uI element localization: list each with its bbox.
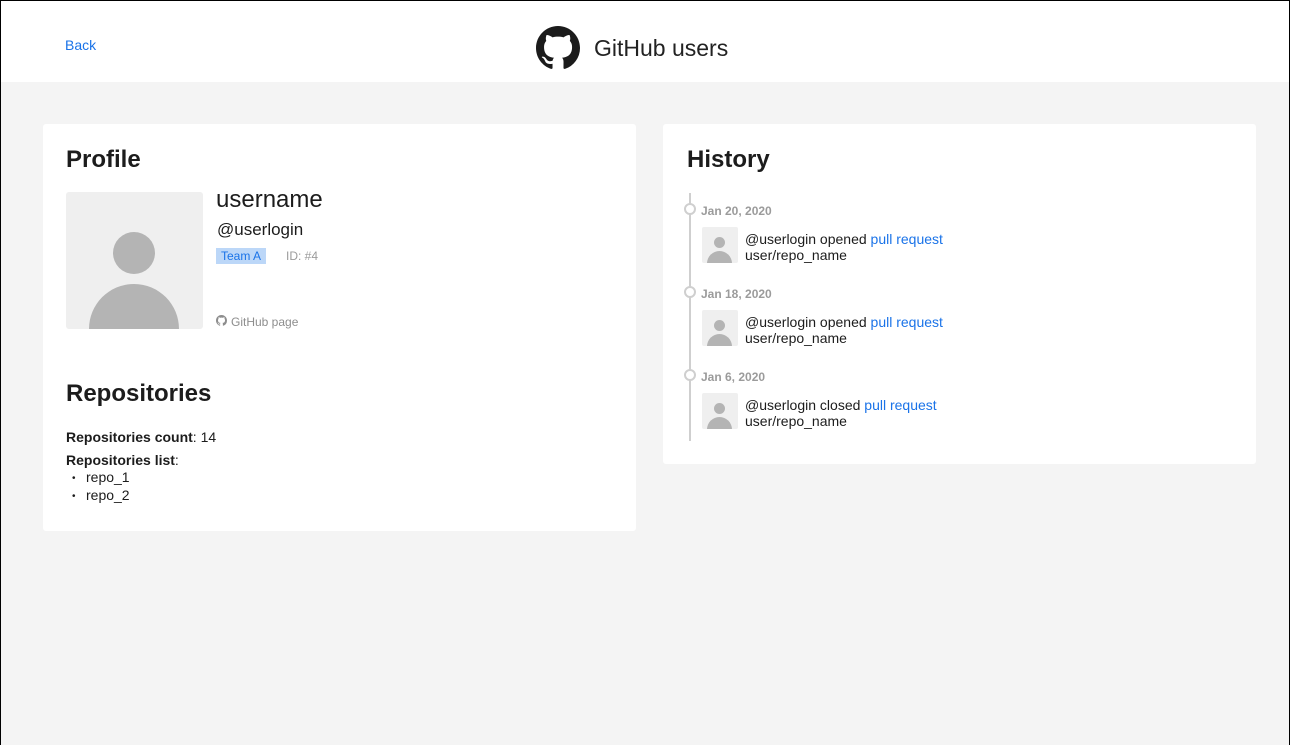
timeline-dot (684, 286, 696, 298)
event-text: @userlogin closed pull request user/repo… (745, 397, 937, 429)
user-name: username (216, 186, 323, 213)
timeline-dot (684, 203, 696, 215)
history-heading: History (687, 146, 770, 173)
event-repo: user/repo_name (745, 247, 847, 263)
event-date: Jan 6, 2020 (701, 370, 766, 384)
profile-heading: Profile (66, 146, 141, 173)
user-placeholder-icon (702, 393, 738, 429)
list-item: • repo_1 (72, 469, 130, 485)
github-icon (216, 315, 231, 329)
repositories-count-label: Repositories count (66, 429, 193, 445)
brand: GitHub users (536, 26, 728, 70)
event-actor: @userlogin (745, 314, 817, 330)
event-repo: user/repo_name (745, 413, 847, 429)
pull-request-link[interactable]: pull request (864, 397, 936, 413)
event-action: opened (819, 231, 867, 247)
github-page-link[interactable]: GitHub page (216, 315, 298, 329)
history-card: History Jan 20, 2020 @userlogin opened p… (663, 124, 1256, 464)
app-frame: Back GitHub users Profile username @user… (0, 0, 1290, 745)
event-date: Jan 20, 2020 (701, 204, 772, 218)
back-link[interactable]: Back (65, 37, 96, 53)
repo-name: repo_1 (86, 469, 130, 485)
user-login: @userlogin (217, 220, 304, 239)
pull-request-link[interactable]: pull request (871, 231, 943, 247)
event-date: Jan 18, 2020 (701, 287, 772, 301)
github-octocat-icon (536, 26, 580, 70)
team-badge: Team A (216, 248, 267, 264)
app-title: GitHub users (594, 34, 729, 61)
user-placeholder-icon (66, 192, 203, 329)
repositories-list-heading: Repositories list: (66, 452, 179, 468)
event-actor: @userlogin (745, 397, 817, 413)
repositories-list-label: Repositories list (66, 452, 175, 468)
timeline-dot (684, 369, 696, 381)
timeline-line (689, 193, 691, 441)
user-id: ID: #4 (286, 249, 319, 263)
event-text: @userlogin opened pull request user/repo… (745, 231, 943, 263)
repositories-list-suffix: : (174, 452, 179, 468)
repositories-heading: Repositories (66, 380, 212, 407)
event-action: opened (819, 314, 867, 330)
repositories-count: Repositories count: 14 (66, 429, 216, 445)
repositories-list: • repo_1 • repo_2 (66, 469, 130, 505)
pull-request-link[interactable]: pull request (871, 314, 943, 330)
event-repo: user/repo_name (745, 330, 847, 346)
event-text: @userlogin opened pull request user/repo… (745, 314, 943, 346)
event-action: closed (819, 397, 861, 413)
user-placeholder-icon (702, 227, 738, 263)
top-header: Back GitHub users (1, 1, 1289, 82)
profile-card: Profile username @userlogin Team A ID: #… (43, 124, 636, 531)
list-item: • repo_2 (72, 487, 130, 503)
github-page-label: GitHub page (231, 315, 299, 329)
repositories-count-value: : 14 (192, 429, 217, 445)
event-actor: @userlogin (745, 231, 817, 247)
repo-name: repo_2 (86, 487, 130, 503)
user-placeholder-icon (702, 310, 738, 346)
